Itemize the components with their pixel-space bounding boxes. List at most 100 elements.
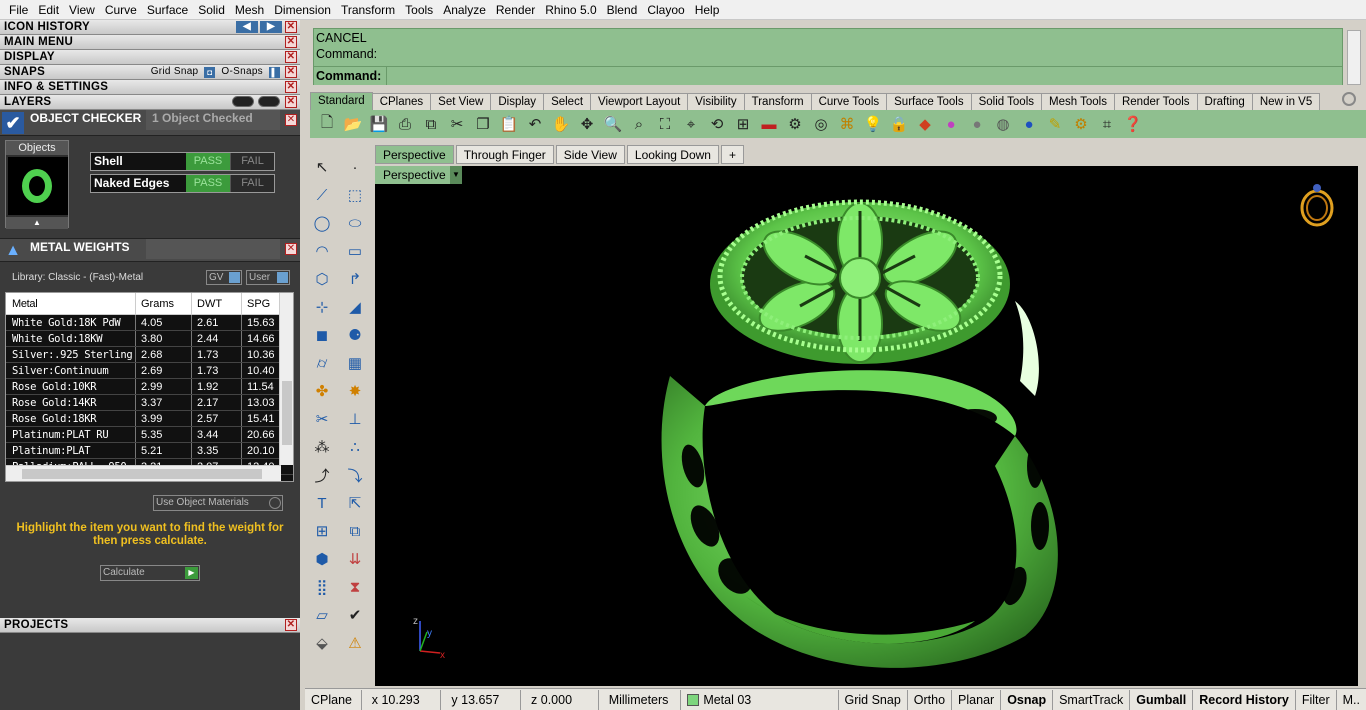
viewport-tab[interactable]: Side View [555, 145, 625, 164]
table-row[interactable]: Rose Gold:10KR 2.99 1.92 11.54 [6, 379, 293, 395]
info-settings-header[interactable]: INFO & SETTINGS ✕ [0, 80, 300, 95]
shaded-sphere-icon[interactable]: ● [966, 113, 988, 135]
box-icon[interactable]: ◼ [310, 323, 334, 347]
cylinder-icon[interactable]: ⌭ [310, 351, 334, 375]
user-toggle[interactable]: User [246, 270, 290, 285]
close-icon[interactable]: ✕ [285, 66, 297, 78]
menu-item[interactable]: Mesh [230, 0, 269, 20]
planar-toggle[interactable]: Planar [952, 689, 1002, 710]
command-input[interactable] [386, 67, 1342, 85]
o-snaps-toggle[interactable]: O-Snaps [221, 65, 263, 79]
page-icon[interactable]: ▱ [310, 603, 334, 627]
split-icon[interactable]: ⊥ [343, 407, 367, 431]
projects-header[interactable]: PROJECTS ✕ [0, 618, 300, 633]
undo-view-icon[interactable]: ⟲ [706, 113, 728, 135]
point-icon[interactable]: · [343, 155, 367, 179]
current-layer[interactable]: Metal 03 [681, 689, 839, 710]
close-icon[interactable]: ✕ [285, 96, 297, 108]
align-icon[interactable]: ⧗ [343, 575, 367, 599]
menu-item[interactable]: Edit [33, 0, 64, 20]
grid-icon[interactable]: ⌗ [1096, 113, 1118, 135]
calculate-button[interactable]: Calculate ▶ [100, 565, 200, 581]
zoom-selected-icon[interactable]: ⌖ [680, 113, 702, 135]
grid-snap-toggle[interactable]: Grid Snap [151, 65, 199, 79]
close-icon[interactable]: ✕ [285, 36, 297, 48]
record-history-toggle[interactable]: Record History [1193, 689, 1296, 710]
close-icon[interactable]: ✕ [285, 114, 297, 126]
rectangle-select-icon[interactable]: ⬚ [343, 183, 367, 207]
options-gear-icon[interactable]: ⚙ [1070, 113, 1092, 135]
layer-off-icon[interactable] [232, 96, 254, 107]
table-row[interactable]: Platinum:PLAT 5.21 3.35 20.10 [6, 443, 293, 459]
polyline-icon[interactable]: ⟋ [310, 183, 334, 207]
add-viewport-tab[interactable]: + [720, 145, 744, 164]
snaps-header[interactable]: SNAPS Grid Snap ◘ O-Snaps ▌ ✕ [0, 65, 300, 80]
gumball-toggle[interactable]: Gumball [1130, 689, 1194, 710]
copy-object-icon[interactable]: ⧉ [343, 519, 367, 543]
cut-icon[interactable]: ✂ [446, 113, 468, 135]
units-indicator[interactable]: Millimeters [599, 689, 682, 710]
chevron-up-icon[interactable]: ▲ [6, 217, 68, 229]
toolbar-tab[interactable]: Standard [310, 92, 373, 110]
menu-item[interactable]: Solid [193, 0, 230, 20]
lock-icon[interactable]: 🔒 [888, 113, 910, 135]
explode-icon[interactable]: ✸ [343, 379, 367, 403]
print-icon[interactable]: ⎙ [394, 113, 416, 135]
ellipse-icon[interactable]: ⬭ [343, 211, 367, 235]
main-menu-header[interactable]: MAIN MENU ✕ [0, 35, 300, 50]
ortho-toggle[interactable]: Ortho [908, 689, 953, 710]
menu-item[interactable]: View [64, 0, 100, 20]
toolbar-tab[interactable]: Set View [430, 93, 492, 110]
surface-icon[interactable]: ◢ [343, 295, 367, 319]
trim-icon[interactable]: ✂ [310, 407, 334, 431]
circle-icon[interactable]: ◯ [310, 211, 334, 235]
toolbar-tab[interactable]: Visibility [687, 93, 745, 110]
ring-model[interactable]: z y x [375, 166, 1358, 686]
close-icon[interactable]: ✕ [285, 243, 297, 255]
copy-icon[interactable]: ❐ [472, 113, 494, 135]
undo-icon[interactable]: ↶ [524, 113, 546, 135]
mesh-icon[interactable]: ▦ [343, 351, 367, 375]
menu-item[interactable]: Help [690, 0, 725, 20]
color-wheel-icon[interactable]: ● [940, 113, 962, 135]
move-icon[interactable]: ⇱ [343, 491, 367, 515]
extrude-icon[interactable]: ⬙ [310, 631, 334, 655]
menu-item[interactable]: Transform [336, 0, 400, 20]
back-arrow-icon[interactable]: ◀ [236, 21, 258, 33]
cplane-indicator[interactable]: CPlane [305, 689, 362, 710]
toolbar-tab[interactable]: Render Tools [1113, 93, 1198, 110]
viewport-tab[interactable]: Through Finger [455, 145, 554, 164]
help-icon[interactable]: ❓ [1122, 113, 1144, 135]
toolbar-tab[interactable]: Solid Tools [970, 93, 1042, 110]
menu-item[interactable]: Render [491, 0, 540, 20]
forward-arrow-icon[interactable]: ▶ [260, 21, 282, 33]
menu-item[interactable]: Tools [400, 0, 438, 20]
toggle-icon[interactable]: ▌ [269, 66, 280, 78]
open-folder-icon[interactable]: 📂 [342, 113, 364, 135]
zoom-icon[interactable]: 🔍 [602, 113, 624, 135]
fillet-curve-icon[interactable]: ↱ [343, 267, 367, 291]
command-scrollbar[interactable] [1347, 30, 1361, 85]
gv-toggle[interactable]: GV [206, 270, 242, 285]
camera-icon[interactable]: ⚙ [784, 113, 806, 135]
eye-icon[interactable] [258, 96, 280, 107]
material-icon[interactable]: ✎ [1044, 113, 1066, 135]
layers-header[interactable]: LAYERS ✕ [0, 95, 300, 110]
ungroup-icon[interactable]: ∴ [343, 435, 367, 459]
array-icon[interactable]: ⊞ [310, 519, 334, 543]
menu-item[interactable]: Surface [142, 0, 193, 20]
smarttrack-toggle[interactable]: SmartTrack [1053, 689, 1131, 710]
menu-item[interactable]: Analyze [438, 0, 491, 20]
grid-array-icon[interactable]: ⣿ [310, 575, 334, 599]
toolbar-tab[interactable]: Display [490, 93, 545, 110]
analyze-icon[interactable]: ⚠ [343, 631, 367, 655]
text-icon[interactable]: T [310, 491, 334, 515]
toolbar-tab[interactable]: Viewport Layout [590, 93, 689, 110]
gear-icon[interactable] [1342, 92, 1356, 106]
table-row[interactable]: Rose Gold:18KR 3.99 2.57 15.41 [6, 411, 293, 427]
menu-item[interactable]: Dimension [269, 0, 336, 20]
puzzle-icon[interactable]: ✤ [310, 379, 334, 403]
toolbar-tab[interactable]: New in V5 [1251, 93, 1321, 110]
close-icon[interactable]: ✕ [285, 81, 297, 93]
table-row[interactable]: Rose Gold:14KR 3.37 2.17 13.03 [6, 395, 293, 411]
